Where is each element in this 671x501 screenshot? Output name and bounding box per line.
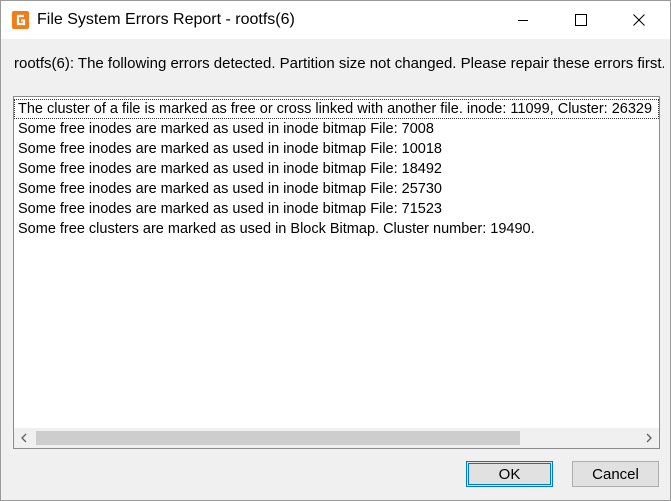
close-button[interactable] bbox=[616, 1, 662, 39]
maximize-button[interactable] bbox=[558, 1, 604, 39]
scroll-right-button[interactable] bbox=[639, 428, 659, 448]
list-item[interactable]: Some free inodes are marked as used in i… bbox=[14, 159, 659, 179]
close-icon bbox=[633, 14, 645, 26]
partition-tool-icon bbox=[12, 11, 29, 29]
ok-button[interactable]: OK bbox=[466, 461, 553, 487]
error-report-dialog: File System Errors Report - rootfs(6) ro… bbox=[0, 0, 671, 501]
list-item[interactable]: The cluster of a file is marked as free … bbox=[14, 99, 659, 119]
chevron-left-icon bbox=[21, 433, 27, 443]
cancel-button[interactable]: Cancel bbox=[572, 461, 659, 487]
list-item[interactable]: Some free inodes are marked as used in i… bbox=[14, 199, 659, 219]
scroll-left-button[interactable] bbox=[14, 428, 34, 448]
maximize-icon bbox=[575, 14, 587, 26]
horizontal-scrollbar[interactable] bbox=[14, 428, 659, 448]
list-item[interactable]: Some free clusters are marked as used in… bbox=[14, 219, 659, 239]
scroll-thumb[interactable] bbox=[36, 431, 520, 445]
error-summary-message: rootfs(6): The following errors detected… bbox=[14, 55, 664, 72]
chevron-right-icon bbox=[646, 433, 652, 443]
minimize-icon bbox=[518, 20, 528, 21]
minimize-button[interactable] bbox=[500, 1, 546, 39]
title-bar[interactable]: File System Errors Report - rootfs(6) bbox=[1, 1, 670, 39]
errors-list-items: The cluster of a file is marked as free … bbox=[14, 99, 659, 424]
window-title: File System Errors Report - rootfs(6) bbox=[37, 11, 295, 28]
list-item[interactable]: Some free inodes are marked as used in i… bbox=[14, 179, 659, 199]
list-item[interactable]: Some free inodes are marked as used in i… bbox=[14, 139, 659, 159]
ok-button-label: OK bbox=[498, 466, 521, 483]
list-item[interactable]: Some free inodes are marked as used in i… bbox=[14, 119, 659, 139]
errors-list[interactable]: The cluster of a file is marked as free … bbox=[13, 96, 660, 449]
cancel-button-label: Cancel bbox=[592, 466, 639, 483]
